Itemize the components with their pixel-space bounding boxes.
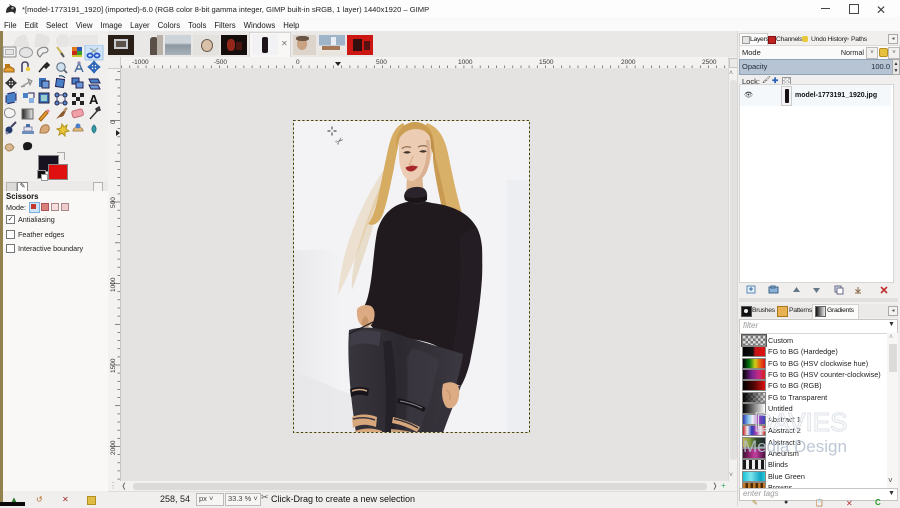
- svg-text:A: A: [89, 92, 99, 107]
- svg-text:1500: 1500: [110, 358, 117, 373]
- svg-text:-500: -500: [214, 59, 227, 66]
- svg-text:500: 500: [110, 197, 117, 208]
- svg-text:500: 500: [376, 59, 387, 66]
- svg-text:2000: 2000: [621, 59, 636, 66]
- svg-text:2500: 2500: [702, 59, 717, 66]
- svg-text:1500: 1500: [539, 59, 554, 66]
- svg-text:-1000: -1000: [132, 59, 149, 66]
- svg-text:1000: 1000: [110, 277, 117, 292]
- svg-text:1000: 1000: [458, 59, 473, 66]
- svg-text:2000: 2000: [110, 440, 117, 455]
- svg-text:0: 0: [296, 59, 300, 66]
- svg-text:✂: ✂: [333, 135, 346, 148]
- svg-text:0: 0: [110, 120, 117, 124]
